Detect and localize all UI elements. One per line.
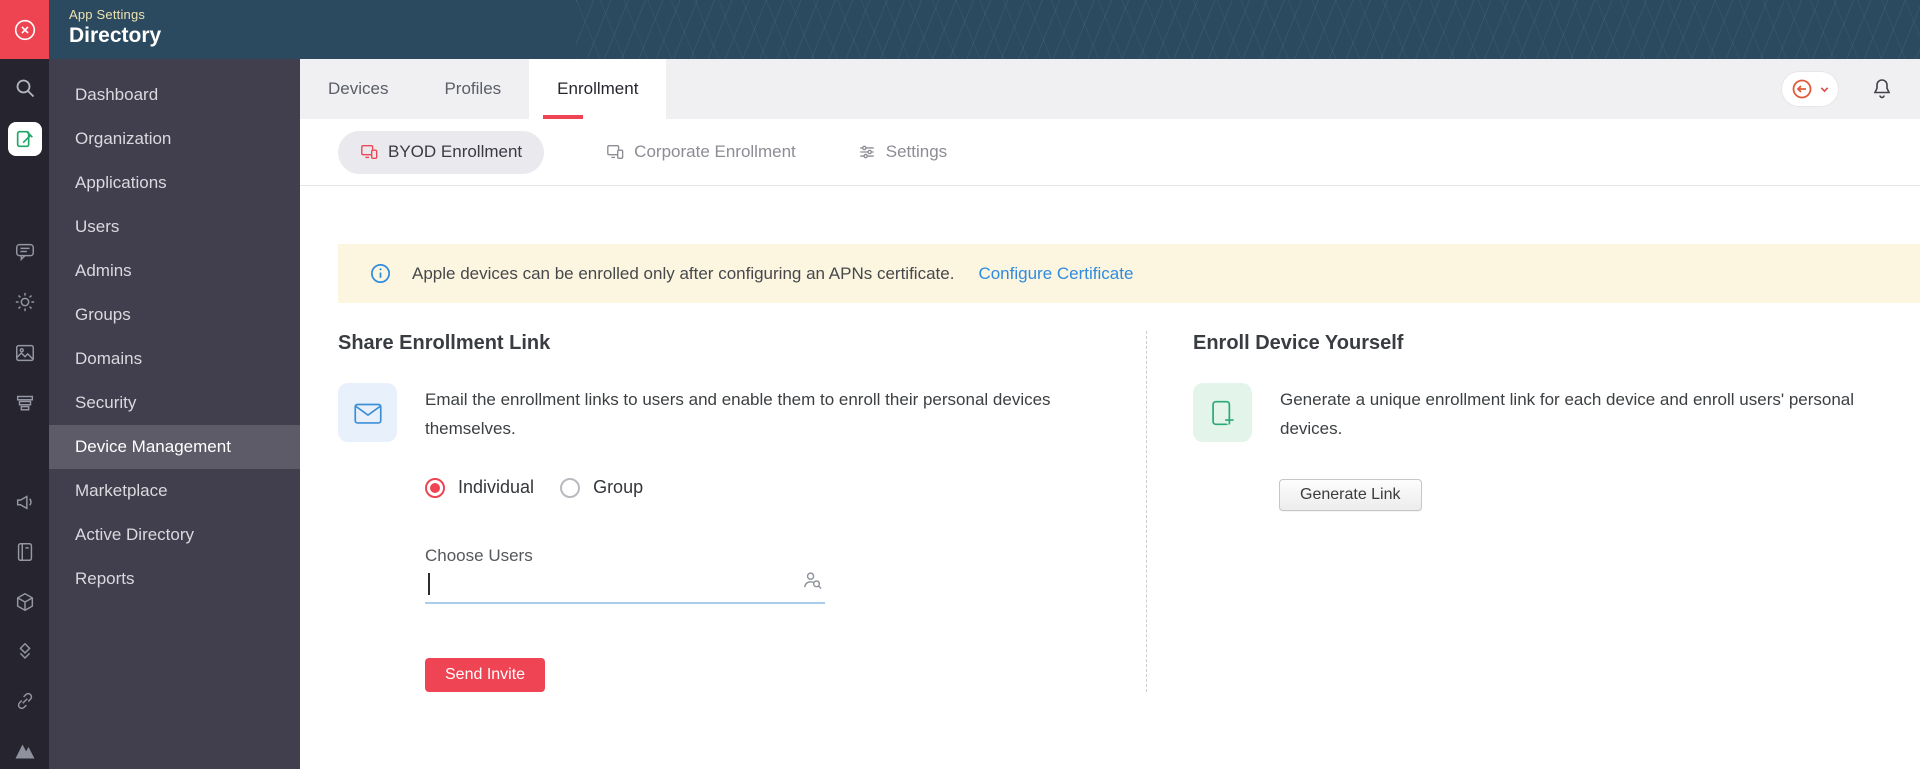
byod-devices-icon [360,143,378,161]
device-icon-box [1193,383,1252,442]
generate-link-button[interactable]: Generate Link [1279,479,1422,511]
corporate-devices-icon [606,143,624,161]
stack-icon[interactable] [10,387,40,417]
radio-group[interactable]: Group [560,477,643,498]
enroll-yourself-section: Enroll Device Yourself Generate a unique… [1147,331,1920,692]
cube-icon[interactable] [10,587,40,617]
close-icon [14,19,35,40]
subtab-label: Settings [885,142,948,161]
sidebar: Dashboard Organization Applications User… [49,59,300,769]
radio-group-label: Group [593,477,644,497]
subtab-settings[interactable]: Settings [858,142,947,162]
subtab-bar: BYOD Enrollment Corporate Enrollment Set… [300,119,1920,186]
share-enrollment-description: Email the enrollment links to users and … [425,390,1051,438]
account-menu[interactable] [1782,72,1838,106]
sidebar-item-domains[interactable]: Domains [49,337,300,381]
email-icon-box [338,383,397,442]
banner-message: Apple devices can be enrolled only after… [412,263,955,283]
choose-users-label: Choose Users [425,546,533,565]
user-search-icon[interactable] [802,570,823,596]
share-enrollment-section: Share Enrollment Link Email the enrollme… [338,331,1146,692]
close-button[interactable] [0,0,49,59]
radio-circle [425,477,445,498]
gear-icon[interactable] [10,287,40,317]
apns-warning-banner: Apple devices can be enrolled only after… [338,244,1920,303]
sidebar-item-security[interactable]: Security [49,381,300,425]
share-enrollment-title: Share Enrollment Link [338,332,551,354]
megaphone-icon[interactable] [10,487,40,517]
tab-bar: Devices Profiles Enrollment [300,59,1920,119]
radio-individual[interactable]: Individual [425,477,534,498]
layers-icon[interactable] [10,637,40,667]
sidebar-item-active-directory[interactable]: Active Directory [49,513,300,557]
sidebar-item-device-management[interactable]: Device Management [49,425,300,469]
subtab-label: BYOD Enrollment [388,142,523,161]
choose-users-field [425,570,825,604]
chat-icon[interactable] [10,237,40,267]
sidebar-item-applications[interactable]: Applications [49,161,300,205]
mountain-logo-icon[interactable] [10,736,40,766]
chevron-down-icon [1820,86,1829,92]
main-panel: Devices Profiles Enrollment BYOD Enrollm… [300,59,1920,769]
choose-users-input[interactable] [425,570,825,604]
app-rail [0,59,49,769]
directory-app-icon[interactable] [7,122,42,156]
radio-circle [560,477,581,498]
content-area: Apple devices can be enrolled only after… [300,186,1920,769]
tab-enrollment[interactable]: Enrollment [529,59,667,119]
envelope-icon [353,403,382,424]
sliders-icon [858,143,876,161]
sidebar-item-admins[interactable]: Admins [49,249,300,293]
device-plus-icon [1211,400,1234,425]
sidebar-item-dashboard[interactable]: Dashboard [49,73,300,117]
info-icon [371,264,390,283]
notebook-icon[interactable] [10,537,40,567]
subtab-label: Corporate Enrollment [634,142,796,161]
tab-devices[interactable]: Devices [300,59,416,119]
subtab-corporate-enrollment[interactable]: Corporate Enrollment [606,142,796,162]
subtab-byod-enrollment[interactable]: BYOD Enrollment [338,130,545,174]
text-caret [428,573,430,595]
account-icon [1792,79,1812,99]
app-title: Directory [69,24,162,47]
sidebar-item-groups[interactable]: Groups [49,293,300,337]
sidebar-item-users[interactable]: Users [49,205,300,249]
invite-type-radio-group: Individual Group [425,477,1146,498]
notifications-bell-icon[interactable] [1870,77,1894,101]
top-band: App Settings Directory [0,0,1920,59]
radio-individual-label: Individual [458,477,535,497]
send-invite-button[interactable]: Send Invite [425,658,546,692]
tab-profiles[interactable]: Profiles [416,59,529,119]
search-icon[interactable] [10,73,40,103]
link-icon[interactable] [10,686,40,716]
sidebar-item-organization[interactable]: Organization [49,117,300,161]
sidebar-item-reports[interactable]: Reports [49,557,300,601]
sidebar-item-marketplace[interactable]: Marketplace [49,469,300,513]
app-settings-label: App Settings [69,7,146,22]
enroll-yourself-description: Generate a unique enrollment link for ea… [1280,390,1855,438]
tabbar-actions [1782,59,1920,119]
app-window: App Settings Directory Dashboard Organiz… [0,0,1920,769]
configure-certificate-link[interactable]: Configure Certificate [978,264,1133,284]
enroll-yourself-title: Enroll Device Yourself [1193,332,1404,354]
app-header: App Settings Directory [69,0,161,59]
gallery-icon[interactable] [10,338,40,368]
